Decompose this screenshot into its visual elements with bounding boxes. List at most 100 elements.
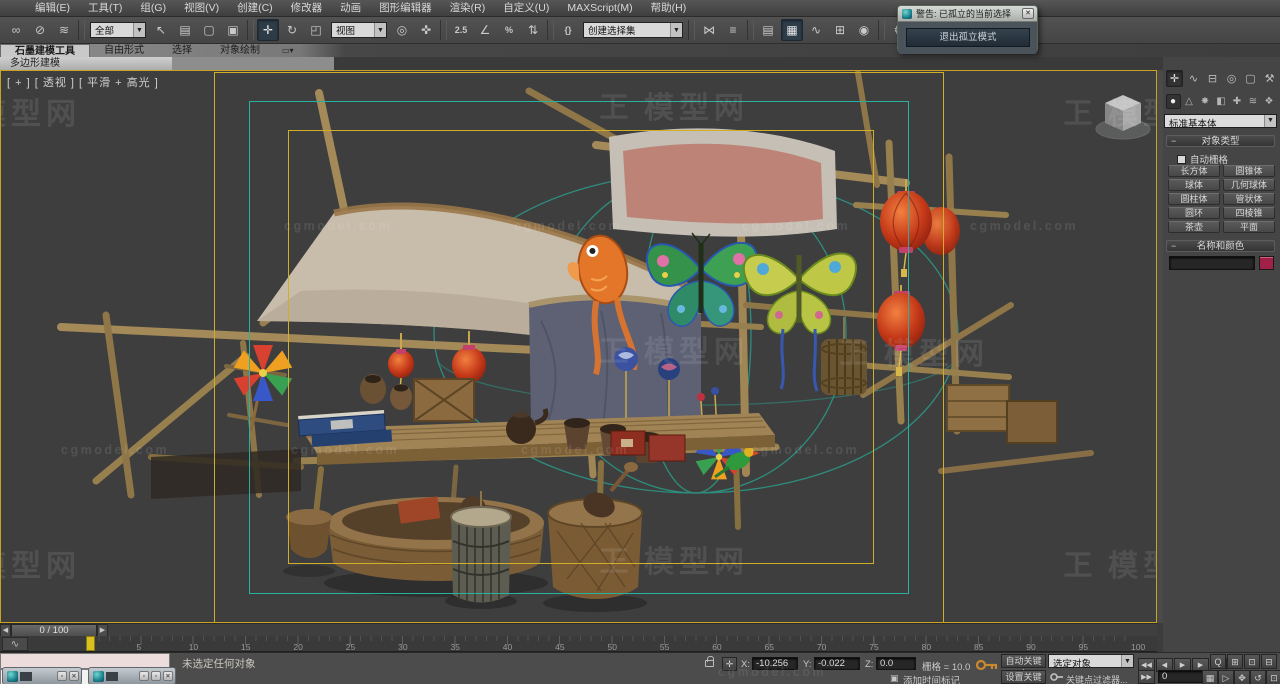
motion-tab-icon[interactable]: ◎ bbox=[1223, 70, 1240, 87]
primitive-button-四棱锥[interactable]: 四棱锥 bbox=[1223, 207, 1275, 219]
lights-icon[interactable]: ✸ bbox=[1198, 94, 1213, 109]
select-and-link-icon[interactable]: ∞ bbox=[5, 19, 27, 41]
menu-item[interactable]: 创建(C) bbox=[228, 0, 282, 17]
ribbon-tab-选择[interactable]: 选择 bbox=[158, 44, 206, 57]
select-and-manipulate-icon[interactable]: ✜ bbox=[415, 19, 437, 41]
selection-set-dropdown[interactable]: 选定对象 ▼ bbox=[1048, 654, 1134, 668]
auto-key-button[interactable]: 自动关键点 bbox=[1001, 654, 1046, 668]
set-key-button[interactable]: 设置关键点 bbox=[1001, 670, 1046, 684]
current-frame-field[interactable]: 0 bbox=[1158, 670, 1204, 683]
zoom-extents-all-icon[interactable]: ⊞ bbox=[1227, 654, 1243, 669]
dialog-title-bar[interactable]: 警告: 已孤立的当前选择 ✕ bbox=[898, 6, 1037, 22]
window-crossing-icon[interactable]: ▣ bbox=[222, 19, 244, 41]
display-tab-icon[interactable]: ▢ bbox=[1242, 70, 1259, 87]
primitive-button-管状体[interactable]: 管状体 bbox=[1223, 193, 1275, 205]
ribbon-tab-对象绘制[interactable]: 对象绘制 bbox=[206, 44, 274, 57]
modify-tab-icon[interactable]: ∿ bbox=[1185, 70, 1202, 87]
key-mode-toggle[interactable]: ▶▶ bbox=[1138, 670, 1155, 684]
primitive-button-几何球体[interactable]: 几何球体 bbox=[1223, 179, 1275, 191]
menu-item[interactable]: 工具(T) bbox=[79, 0, 131, 17]
pan-icon[interactable]: ✥ bbox=[1234, 670, 1250, 684]
minimize-icon[interactable]: ▫ bbox=[139, 671, 149, 681]
systems-icon[interactable]: ❖ bbox=[1262, 94, 1277, 109]
autogrid-checkbox[interactable] bbox=[1177, 155, 1186, 164]
viewport-label[interactable]: [ + ] [ 透视 ] [ 平滑 + 高光 ] bbox=[7, 74, 159, 90]
primitive-button-圆环[interactable]: 圆环 bbox=[1168, 207, 1220, 219]
restore-icon[interactable]: ▫ bbox=[151, 671, 161, 681]
geometry-icon[interactable]: ● bbox=[1166, 94, 1181, 109]
menu-item[interactable]: 修改器 bbox=[282, 0, 332, 17]
material-editor-icon[interactable]: ◉ bbox=[853, 19, 875, 41]
space-warps-icon[interactable]: ≋ bbox=[1246, 94, 1261, 109]
hierarchy-tab-icon[interactable]: ⊟ bbox=[1204, 70, 1221, 87]
track-bar-ruler[interactable]: 5101520253035404550556065707580859095100 bbox=[88, 636, 1135, 652]
mirror-icon[interactable]: ⋈ bbox=[698, 19, 720, 41]
cameras-icon[interactable]: ◧ bbox=[1214, 94, 1229, 109]
layer-manager-icon[interactable]: ▤ bbox=[757, 19, 779, 41]
set-keys-icon[interactable] bbox=[1050, 672, 1064, 683]
primitive-category-dropdown[interactable]: 标准基本体 ▼ bbox=[1164, 114, 1277, 128]
selection-lock-icon[interactable] bbox=[705, 660, 714, 667]
object-color-swatch[interactable] bbox=[1259, 256, 1274, 270]
menu-item[interactable]: 图形编辑器 bbox=[370, 0, 441, 17]
menu-item[interactable]: 组(G) bbox=[131, 0, 175, 17]
close-icon[interactable]: ✕ bbox=[1022, 8, 1034, 19]
select-and-move-icon[interactable]: ✛ bbox=[257, 19, 279, 41]
zoom-extents-icon[interactable]: ⊡ bbox=[1244, 654, 1260, 669]
menu-item[interactable]: 视图(V) bbox=[175, 0, 228, 17]
minimized-window-1[interactable]: ▫ ✕ bbox=[2, 667, 82, 684]
use-pivot-center-icon[interactable]: ◎ bbox=[391, 19, 413, 41]
select-by-name-icon[interactable]: ▤ bbox=[174, 19, 196, 41]
percent-snap-icon[interactable]: % bbox=[498, 19, 520, 41]
select-object-icon[interactable]: ↖ bbox=[150, 19, 172, 41]
snap-toggle-icon[interactable]: 2.5 bbox=[450, 19, 472, 41]
orbit-icon[interactable]: ↺ bbox=[1250, 670, 1266, 684]
angle-snap-icon[interactable]: ∠ bbox=[474, 19, 496, 41]
minimized-window-2[interactable]: ▫ ▫ ✕ bbox=[88, 667, 176, 684]
bind-to-space-warp-icon[interactable]: ≋ bbox=[53, 19, 75, 41]
selection-region-icon[interactable]: ▢ bbox=[198, 19, 220, 41]
primitive-button-长方体[interactable]: 长方体 bbox=[1168, 165, 1220, 177]
perspective-viewport[interactable]: [ + ] [ 透视 ] [ 平滑 + 高光 ] 㠪模型网㠪模型网㠪模型网㠪模型… bbox=[0, 70, 1157, 623]
key-filters-button[interactable]: 关键点过滤器... bbox=[1066, 673, 1128, 684]
maximize-viewport-icon[interactable]: ⊡ bbox=[1266, 670, 1280, 684]
object-name-field[interactable] bbox=[1169, 256, 1255, 270]
close-icon[interactable]: ✕ bbox=[69, 671, 79, 681]
align-icon[interactable]: ≡ bbox=[722, 19, 744, 41]
exit-isolation-button[interactable]: 退出孤立模式 bbox=[906, 28, 1030, 47]
utilities-tab-icon[interactable]: ⚒ bbox=[1261, 70, 1278, 87]
named-selection-sets-dropdown[interactable]: 创建选择集▼ bbox=[583, 22, 683, 38]
select-and-rotate-icon[interactable]: ↻ bbox=[281, 19, 303, 41]
spinner-snap-icon[interactable]: ⇅ bbox=[522, 19, 544, 41]
rollout-object-type[interactable]: − 对象类型 bbox=[1166, 135, 1275, 147]
primitive-button-茶壶[interactable]: 茶壶 bbox=[1168, 221, 1220, 233]
close-icon[interactable]: ✕ bbox=[163, 671, 173, 681]
reference-coordinate-dropdown[interactable]: 视图▼ bbox=[331, 22, 387, 38]
selection-filter-dropdown[interactable]: 全部▼ bbox=[90, 22, 146, 38]
curve-editor-icon[interactable]: ∿ bbox=[805, 19, 827, 41]
zoom-icon[interactable]: Q bbox=[1210, 654, 1226, 669]
ribbon-tab-石墨建模工具[interactable]: 石墨建模工具 bbox=[0, 44, 90, 57]
ribbon-overflow-icon[interactable]: ▭▾ bbox=[274, 44, 302, 57]
menu-item[interactable]: 动画 bbox=[331, 0, 370, 17]
menu-item[interactable]: 自定义(U) bbox=[494, 0, 558, 17]
primitive-button-球体[interactable]: 球体 bbox=[1168, 179, 1220, 191]
helpers-icon[interactable]: ✚ bbox=[1230, 94, 1245, 109]
add-time-tag[interactable]: 添加时间标记 bbox=[903, 673, 960, 684]
edit-named-selections-icon[interactable]: {} bbox=[557, 19, 579, 41]
menu-item[interactable]: 帮助(H) bbox=[642, 0, 696, 17]
primitive-button-平面[interactable]: 平面 bbox=[1223, 221, 1275, 233]
schematic-view-icon[interactable]: ⊞ bbox=[829, 19, 851, 41]
unlink-selection-icon[interactable]: ⊘ bbox=[29, 19, 51, 41]
ribbon-tab-自由形式[interactable]: 自由形式 bbox=[90, 44, 158, 57]
zoom-region-icon[interactable]: ⊟ bbox=[1261, 654, 1277, 669]
shapes-icon[interactable]: △ bbox=[1182, 94, 1197, 109]
menu-item[interactable]: 渲染(R) bbox=[441, 0, 495, 17]
current-frame-marker[interactable] bbox=[86, 636, 95, 651]
create-tab-icon[interactable]: ✛ bbox=[1166, 70, 1183, 87]
play-selected-icon[interactable]: ▷ bbox=[1218, 670, 1234, 684]
rollout-name-color[interactable]: − 名称和颜色 bbox=[1166, 240, 1275, 252]
restore-icon[interactable]: ▫ bbox=[57, 671, 67, 681]
z-coordinate-field[interactable]: 0.0 bbox=[876, 657, 916, 670]
menu-item[interactable]: 编辑(E) bbox=[26, 0, 79, 17]
